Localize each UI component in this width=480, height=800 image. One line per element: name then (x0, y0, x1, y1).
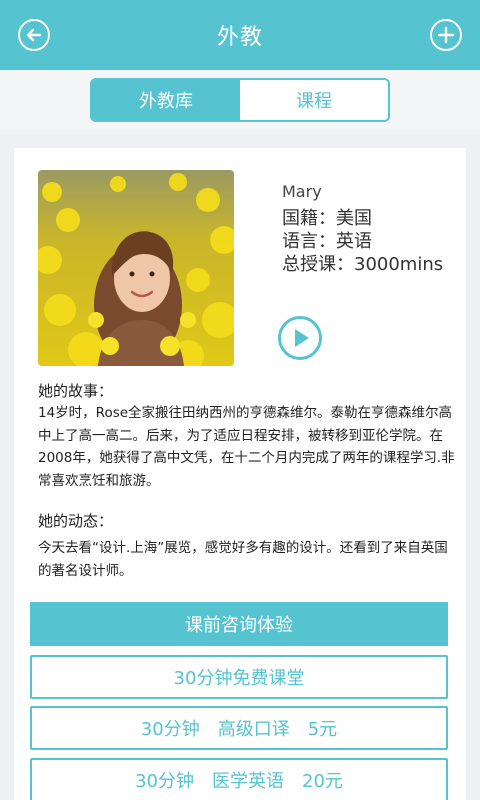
free-class-label: 30分钟免费课堂 (173, 668, 305, 689)
play-icon (295, 329, 309, 347)
teacher-card: Mary 国籍：美国 语言：英语 总授课：3000mins 她的故事： 14岁时… (14, 148, 466, 800)
plus-icon (437, 26, 455, 44)
interpretation-course-button[interactable]: 30分钟 高级口译 5元 (30, 706, 448, 750)
teacher-nationality: 国籍：美国 (282, 208, 372, 229)
story-title: 她的故事： (38, 382, 114, 400)
free-class-button[interactable]: 30分钟免费课堂 (30, 655, 448, 699)
page-title: 外教 (216, 25, 263, 50)
teacher-total-lessons: 总授课：3000mins (282, 254, 444, 275)
tab-bar: 外教库 课程 (0, 70, 480, 130)
segmented-tabs: 外教库 课程 (90, 78, 390, 122)
story-text: 14岁时，Rose全家搬往田纳西州的亨德森维尔。泰勒在亨德森维尔高中上了高一高二… (38, 405, 455, 489)
teacher-photo (38, 170, 234, 366)
teacher-name: Mary (282, 182, 322, 201)
arrow-left-icon (26, 28, 42, 42)
tab-teacher-library[interactable]: 外教库 (92, 80, 240, 120)
medical-english-course-button[interactable]: 30分钟 医学英语 20元 (30, 758, 448, 800)
medical-english-course-label: 30分钟 医学英语 20元 (135, 771, 343, 792)
consult-trial-button[interactable]: 课前咨询体验 (30, 602, 448, 646)
play-intro-button[interactable] (278, 316, 322, 360)
add-button[interactable] (430, 19, 462, 51)
interpretation-course-label: 30分钟 高级口译 5元 (140, 719, 338, 740)
tab-courses[interactable]: 课程 (240, 80, 388, 120)
back-button[interactable] (18, 19, 50, 51)
activity-text: 今天去看“设计.上海”展览，感觉好多有趣的设计。还看到了来自英国的著名设计师。 (38, 540, 448, 579)
teacher-info: Mary 国籍：美国 语言：英语 总授课：3000mins (282, 182, 443, 276)
teacher-language: 语言：英语 (282, 231, 372, 252)
app-header: 外教 (0, 0, 480, 70)
activity-title: 她的动态： (38, 512, 114, 530)
